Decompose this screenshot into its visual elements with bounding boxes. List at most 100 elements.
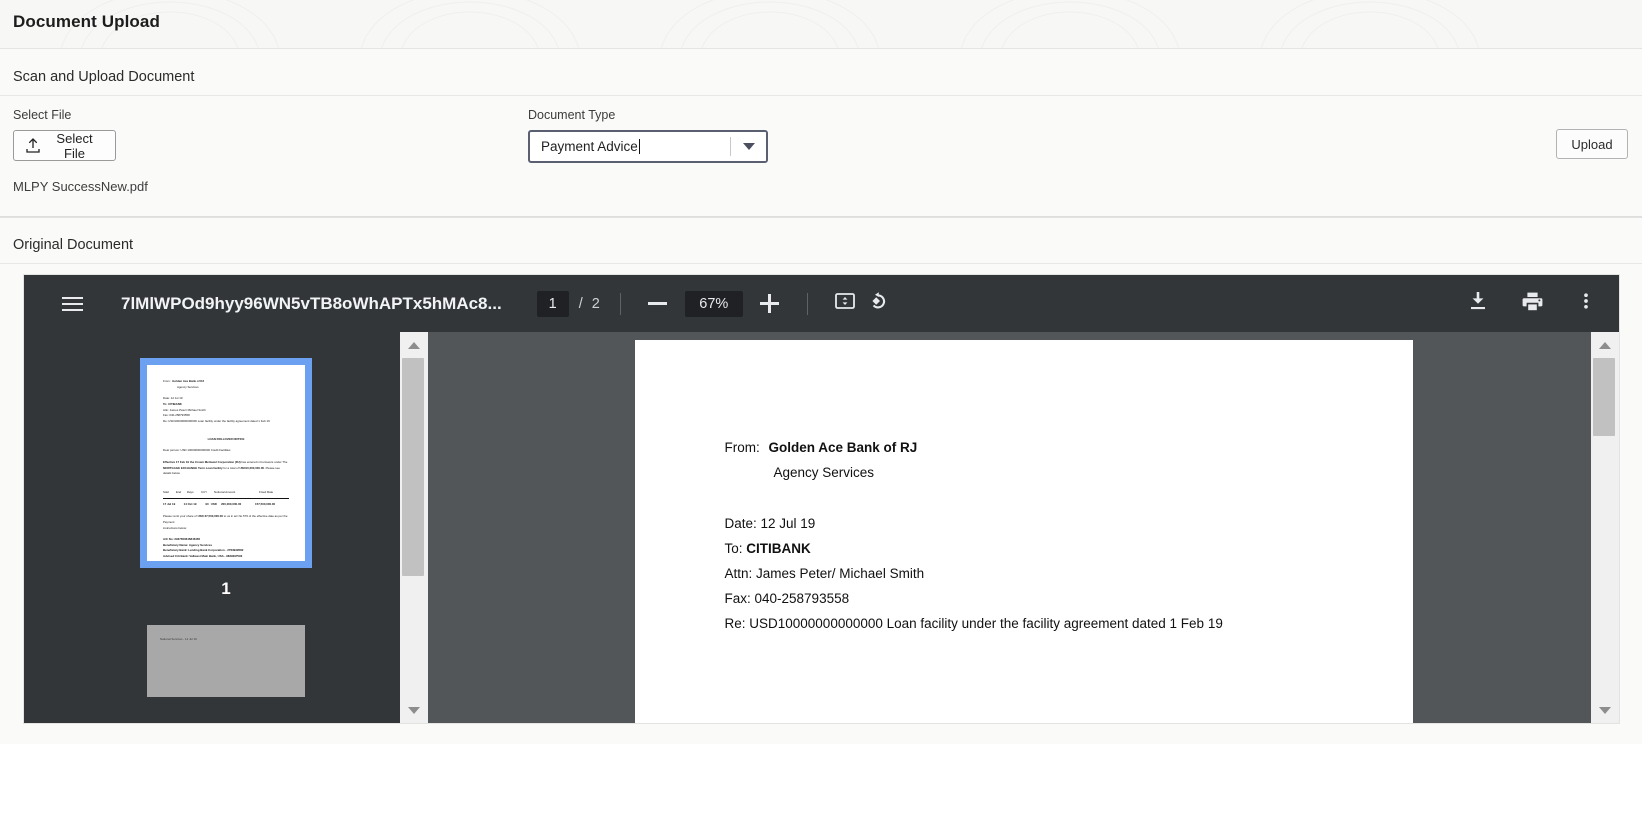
thumbnail-scrollbar[interactable] [400, 332, 428, 723]
mini-td-1: 14 Oct 19 [183, 501, 197, 506]
document-page: From: Golden Ace Bank of RJ Agency Servic… [634, 340, 1413, 723]
document-type-select[interactable]: Payment Advice [528, 130, 768, 163]
rotate-button[interactable] [862, 287, 896, 321]
select-file-button-label: Select File [56, 130, 93, 161]
doc-to-label: To: [724, 540, 743, 556]
scroll-up-arrow-icon [408, 341, 420, 349]
thumbnail-scroll-thumb[interactable] [402, 358, 424, 576]
hamburger-menu-icon[interactable] [49, 275, 95, 332]
scan-upload-card: Scan and Upload Document Select File Sel… [0, 48, 1642, 217]
mini-th-2: Days [186, 489, 194, 494]
mini-p1b: the Crown Metiswel Corporation (RJ) [189, 459, 241, 464]
doc-to-value: CITIBANK [746, 540, 811, 556]
mini-table-body: 17 Jul 19 14 Oct 19 90 USD 200,000,000.0… [163, 501, 289, 509]
scan-upload-card-title: Scan and Upload Document [13, 69, 195, 85]
zoom-level-input[interactable]: 67% [684, 290, 743, 317]
mini-th-5: Fixed Rate [259, 489, 274, 494]
doc-fax: Fax: 040-258793558 [724, 590, 850, 606]
mini-table: Start End Days CCY Notional Amount Fixed… [163, 489, 289, 497]
scroll-up-arrow-icon [1599, 341, 1611, 349]
upload-form-row: Select File Select File Document Type Pa… [0, 96, 1642, 163]
mini2-line1: National Services - 12 Jul 19 [160, 637, 197, 641]
page-scroll-up-button[interactable] [1591, 332, 1619, 358]
fit-to-page-icon [834, 290, 856, 317]
mini-from-label: From: [163, 379, 171, 383]
mini-td-4: 200,000,000.00 [221, 501, 242, 506]
mini-department: Agency Services [177, 384, 199, 389]
mini-table-header-row: Start End Days CCY Notional Amount Fixed… [163, 489, 289, 497]
page-scroll-down-button[interactable] [1591, 697, 1619, 723]
thumbnail-page-2[interactable]: National Services - 12 Jul 19 [147, 625, 305, 697]
mini-th-4: Notional Amount [214, 489, 236, 494]
mini-p2c: for a total of [223, 465, 239, 470]
print-icon [1521, 290, 1544, 318]
page-scroll-thumb[interactable] [1593, 358, 1615, 436]
mini-p1a: Effective 17 Feb 19 [163, 459, 190, 464]
page-title: Document Upload [13, 12, 160, 31]
mini-p2d: USD10,000,000.00 [239, 465, 265, 470]
download-button[interactable] [1461, 287, 1495, 321]
mini-from-value: Golden Ace Bank of RJ [172, 379, 205, 383]
pdf-toolbar: 7lMlWPOd9hyy96WN5vTB8oWhAPTx5hMAc8... 1 … [24, 275, 1619, 332]
mini-p2b: Term Loan facility [198, 465, 223, 470]
scroll-down-arrow-icon [408, 706, 420, 714]
toolbar-divider-2 [806, 292, 808, 315]
chevron-down-icon[interactable] [731, 132, 766, 161]
mini-td-5: 157,500,000.00 [255, 501, 276, 506]
toolbar-divider-1 [619, 292, 621, 315]
print-button[interactable] [1515, 287, 1549, 321]
thumbnail-scroll-track[interactable] [400, 358, 428, 697]
thumbnail-scroll-up-button[interactable] [400, 332, 428, 358]
thumbnail-pane: From: Golden Ace Bank of RJ Agency Servi… [24, 332, 428, 723]
pdf-viewer: 7lMlWPOd9hyy96WN5vTB8oWhAPTx5hMAc8... 1 … [23, 274, 1620, 724]
mini-th-0: Start [163, 489, 170, 494]
select-file-label: Select File [13, 108, 72, 122]
mini-th-3: CCY [201, 489, 208, 494]
doc-re: Re: USD10000000000000 Loan facility unde… [724, 615, 1223, 631]
mini-close-a: Please remit your share of [163, 514, 197, 519]
document-type-value: Payment Advice [541, 139, 638, 154]
scroll-down-arrow-icon [1599, 706, 1611, 714]
more-options-button[interactable] [1569, 287, 1603, 321]
page-scroll-track[interactable] [1591, 358, 1619, 697]
plus-icon [760, 294, 780, 313]
page-view-pane: From: Golden Ace Bank of RJ Agency Servic… [428, 332, 1619, 723]
pdf-viewer-body: From: Golden Ace Bank of RJ Agency Servi… [24, 332, 1619, 723]
card-divider-2 [0, 263, 1642, 264]
page-separator: / [578, 295, 583, 312]
fit-to-page-button[interactable] [828, 287, 862, 321]
select-file-field: Select File Select File [13, 108, 528, 161]
original-document-card: Original Document 7lMlWPOd9hyy96WN5vTB8o… [0, 217, 1642, 744]
mini-th-1: End [176, 489, 182, 494]
document-type-input[interactable]: Payment Advice [530, 132, 730, 161]
thumbnail-scroll-down-button[interactable] [400, 697, 428, 723]
doc-date: Date: 12 Jul 19 [724, 515, 816, 531]
zoom-out-button[interactable] [641, 287, 675, 321]
doc-department: Agency Services [773, 464, 875, 480]
doc-to-line: To: CITIBANK [725, 537, 1413, 562]
page-scrollbar[interactable] [1591, 332, 1619, 723]
total-pages: 2 [591, 295, 600, 312]
mini-p1c: has entered in borrowers under The [241, 459, 288, 464]
text-cursor [638, 139, 640, 154]
pdf-file-name: 7lMlWPOd9hyy96WN5vTB8oWhAPTx5hMAc8... [121, 293, 502, 313]
mini-close-b: USD 37,500,000.00 [197, 514, 223, 519]
doc-from-label: From: [724, 440, 760, 455]
original-document-title: Original Document [13, 237, 134, 253]
mini-acct4: Advised Citi Bank: Vallwest Main Bank, U… [163, 554, 243, 559]
doc-from-value: Golden Ace Bank of RJ [768, 440, 918, 455]
selected-filename: MLPY SuccessNew.pdf [13, 179, 148, 194]
current-page-input[interactable]: 1 [536, 290, 569, 317]
mini-p2a: MORTGAGE EXCHANGE [163, 465, 198, 470]
more-vertical-icon [1576, 291, 1596, 316]
doc-attn: Attn: James Peter/ Michael Smith [724, 565, 925, 581]
thumbnail-page-2-preview: National Services - 12 Jul 19 [160, 637, 292, 643]
document-type-label: Document Type [528, 108, 616, 122]
thumbnail-page-1[interactable]: From: Golden Ace Bank of RJ Agency Servi… [140, 358, 312, 568]
upload-button[interactable]: Upload [1556, 129, 1628, 159]
select-file-button[interactable]: Select File [13, 130, 116, 161]
upload-icon [26, 138, 40, 153]
rotate-counterclockwise-icon [867, 289, 891, 318]
zoom-in-button[interactable] [753, 287, 787, 321]
thumbnail-page-1-label: 1 [221, 579, 231, 598]
